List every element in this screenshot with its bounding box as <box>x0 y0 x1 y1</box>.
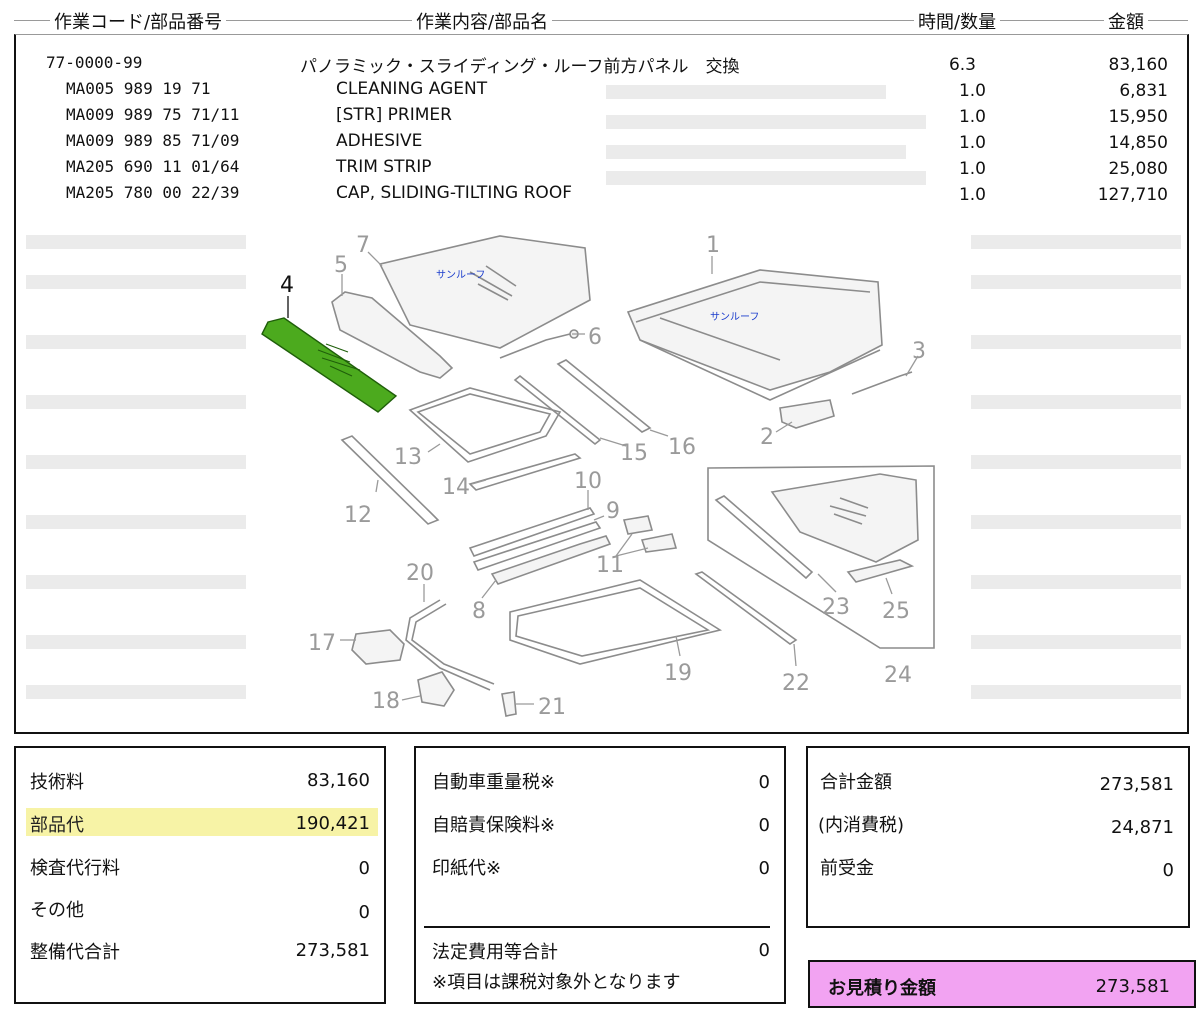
estimate-label: お見積り金額 <box>828 978 936 999</box>
part-15-strip <box>513 374 602 446</box>
estimate-total-box: お見積り金額 273,581 <box>808 960 1196 1008</box>
callout-1: 1 <box>706 233 720 258</box>
part-17-motor <box>351 629 405 665</box>
callout-22: 22 <box>782 671 810 696</box>
tax-exempt-note: ※項目は課税対象外となります <box>432 972 681 993</box>
summary-label: (内消費税) <box>818 815 905 836</box>
summary-box-totals: 合計金額 273,581 (内消費税) 24,871 前受金 0 <box>806 746 1190 928</box>
callout-10: 10 <box>574 469 602 494</box>
summary-value: 0 <box>1162 860 1174 881</box>
summary-label: その他 <box>30 900 84 921</box>
callout-25: 25 <box>882 599 910 624</box>
sunroof-note-7: サンルーフ <box>436 269 485 281</box>
summary-value: 273,581 <box>1099 774 1174 795</box>
callout-15: 15 <box>620 441 648 466</box>
part-19-seal <box>509 579 723 665</box>
summary-label-total: 整備代合計 <box>30 942 120 963</box>
summary-label: 技術料 <box>30 772 84 793</box>
summary-value-parts: 190,421 <box>295 813 370 834</box>
summary-value: 24,871 <box>1111 817 1174 838</box>
summary-label-parts: 部品代 <box>30 815 84 836</box>
part-1-sunroof-assembly <box>626 269 883 401</box>
callout-8: 8 <box>472 599 486 624</box>
summary-value-total: 273,581 <box>295 940 370 961</box>
part-3-cable-end <box>851 371 913 395</box>
callout-18: 18 <box>372 689 400 714</box>
part-16-strip <box>556 359 652 433</box>
callout-21: 21 <box>538 695 566 720</box>
callout-14: 14 <box>442 475 470 500</box>
callout-5: 5 <box>334 253 348 278</box>
summary-label: 自動車重量税※ <box>432 772 556 793</box>
summary-label: 検査代行料 <box>30 858 120 879</box>
summary-value: 0 <box>358 902 370 923</box>
sunroof-note-1: サンルーフ <box>710 311 759 323</box>
callout-23: 23 <box>822 595 850 620</box>
summary-label: 合計金額 <box>820 772 892 793</box>
part-18-module <box>417 671 455 707</box>
summary-label: 自賠責保険料※ <box>432 815 556 836</box>
sunroof-exploded-diagram: 1 2 3 4 5 6 7 8 9 10 11 12 13 14 15 16 1… <box>261 233 935 720</box>
callout-19: 19 <box>664 661 692 686</box>
part-22-rail <box>694 571 798 645</box>
part-21-clip <box>501 691 517 717</box>
summary-label: 前受金 <box>820 858 874 879</box>
estimate-value: 273,581 <box>1095 976 1170 997</box>
callout-11: 11 <box>596 553 624 578</box>
part-14-seal <box>468 453 582 491</box>
callout-24: 24 <box>884 663 912 688</box>
callout-20: 20 <box>406 561 434 586</box>
summary-value: 83,160 <box>307 770 370 791</box>
summary-value-legal-total: 0 <box>758 940 770 961</box>
summary-box-labor-parts: 技術料 83,160 部品代 190,421 検査代行料 0 その他 0 整備代… <box>14 746 386 1004</box>
callout-13: 13 <box>394 445 422 470</box>
summary-label-legal-total: 法定費用等合計 <box>432 942 558 963</box>
summary-value: 0 <box>358 858 370 879</box>
part-13-frame <box>408 387 562 463</box>
callout-9: 9 <box>606 499 620 524</box>
summary-value: 0 <box>758 815 770 836</box>
summary-label: 印紙代※ <box>432 858 502 879</box>
divider <box>424 926 770 928</box>
summary-box-legal-fees: 自動車重量税※ 0 自賠責保険料※ 0 印紙代※ 0 法定費用等合計 0 ※項目… <box>414 746 786 1004</box>
callout-7: 7 <box>356 233 370 258</box>
callout-16: 16 <box>668 435 696 460</box>
callout-2: 2 <box>760 425 774 450</box>
callout-3: 3 <box>912 339 926 364</box>
summary-value: 0 <box>758 772 770 793</box>
callout-12: 12 <box>344 503 372 528</box>
callout-6: 6 <box>588 325 602 350</box>
summary-value: 0 <box>758 858 770 879</box>
callout-4: 4 <box>280 273 294 298</box>
callout-17: 17 <box>308 631 336 656</box>
